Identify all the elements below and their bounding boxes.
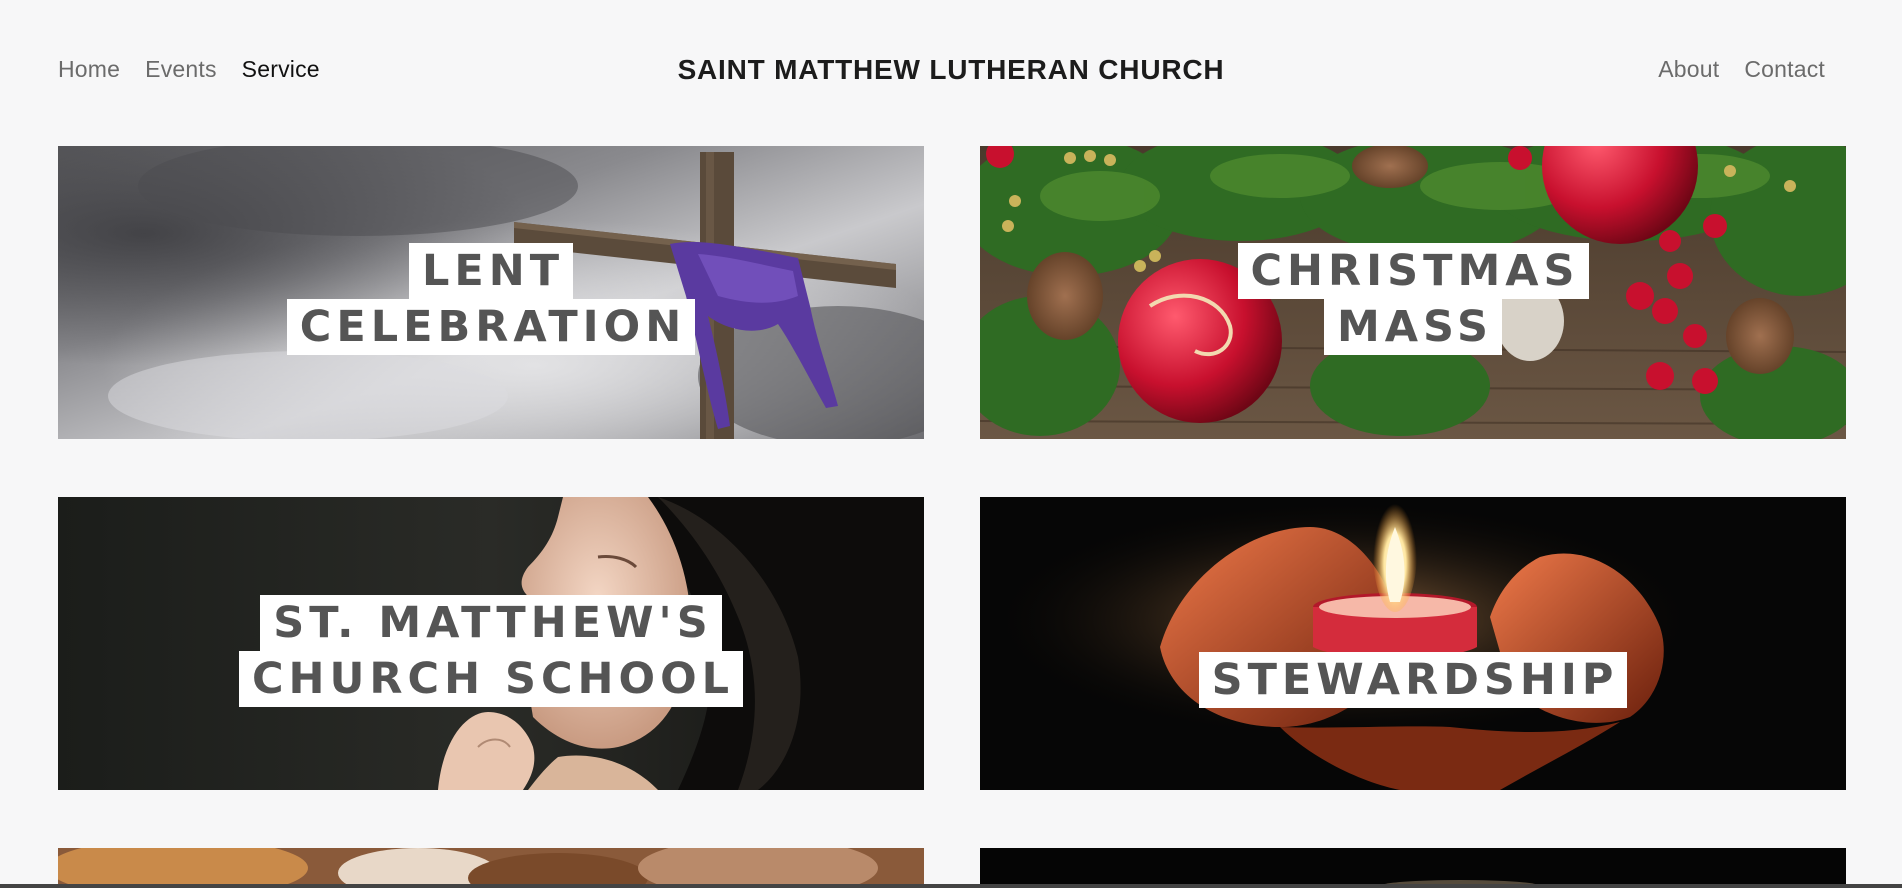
dark-image xyxy=(980,848,1846,888)
tile-title-line: CHRISTMAS xyxy=(1237,243,1589,299)
tile-lent-celebration[interactable]: LENT CELEBRATION xyxy=(58,146,924,439)
page: Home Events Service SAINT MATTHEW LUTHER… xyxy=(0,0,1902,888)
tile-title-line: STEWARDSHIP xyxy=(1198,652,1628,708)
site-title-text[interactable]: SAINT MATTHEW LUTHERAN CHURCH xyxy=(678,54,1225,86)
tile-next-right[interactable] xyxy=(980,848,1846,888)
tile-label: CHRISTMAS MASS xyxy=(980,243,1846,355)
bottom-scrollbar-edge xyxy=(0,884,1902,888)
tile-stewardship[interactable]: STEWARDSHIP xyxy=(980,497,1846,790)
site-title[interactable]: SAINT MATTHEW LUTHERAN CHURCH xyxy=(0,54,1902,86)
nav-about[interactable]: About xyxy=(1658,56,1719,83)
tile-title-line: CELEBRATION xyxy=(286,299,696,355)
site-header: Home Events Service SAINT MATTHEW LUTHER… xyxy=(0,0,1902,145)
tile-title-line: CHURCH SCHOOL xyxy=(238,651,744,707)
people-image xyxy=(58,848,924,888)
tile-label: STEWARDSHIP xyxy=(980,652,1846,708)
tile-title-line: LENT xyxy=(408,243,574,299)
tile-title-line: ST. MATTHEW'S xyxy=(260,595,722,651)
tile-label: ST. MATTHEW'S CHURCH SCHOOL xyxy=(58,595,924,707)
tile-christmas-mass[interactable]: CHRISTMAS MASS xyxy=(980,146,1846,439)
tile-label: LENT CELEBRATION xyxy=(58,243,924,355)
tile-title-line: MASS xyxy=(1323,299,1503,355)
tile-next-left[interactable] xyxy=(58,848,924,888)
nav-right: About Contact xyxy=(1658,56,1825,83)
nav-contact[interactable]: Contact xyxy=(1744,56,1825,83)
tile-church-school[interactable]: ST. MATTHEW'S CHURCH SCHOOL xyxy=(58,497,924,790)
candle-hands-image xyxy=(980,497,1846,790)
